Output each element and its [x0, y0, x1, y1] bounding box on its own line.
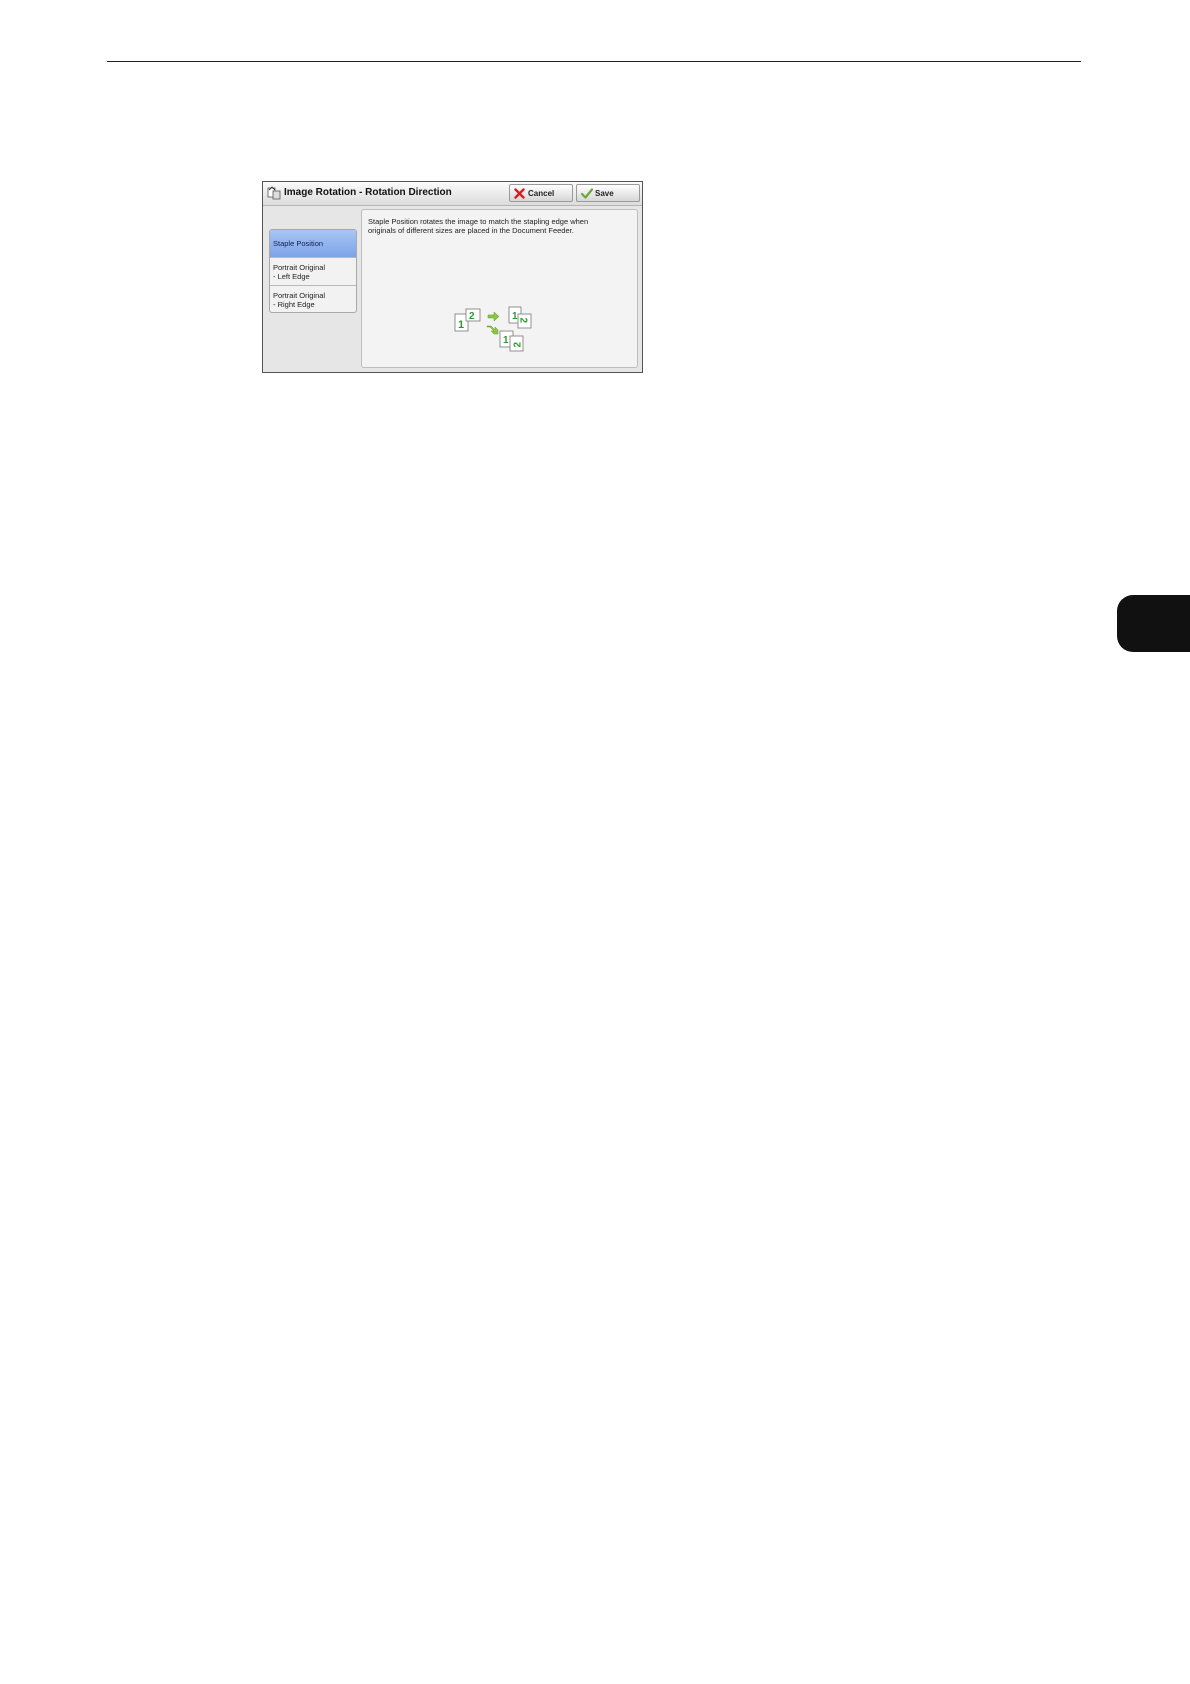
page-number: 1 [512, 311, 518, 322]
option-staple-position[interactable]: Staple Position [270, 230, 356, 257]
option-sublabel: - Left Edge [273, 272, 310, 281]
original-pages: 1 2 [454, 308, 481, 332]
arrow-down-right-icon [486, 325, 499, 335]
page-number: 2 [518, 318, 529, 324]
cancel-label: Cancel [528, 189, 555, 198]
dialog-titlebar: Image Rotation - Rotation Direction Canc… [263, 182, 642, 206]
option-sublabel: - Right Edge [273, 300, 315, 309]
description-panel: Staple Position rotates the image to mat… [361, 209, 638, 368]
feature-icon [267, 186, 281, 200]
rotation-direction-dialog: Image Rotation - Rotation Direction Canc… [262, 181, 643, 373]
save-button[interactable]: Save [576, 184, 640, 202]
description-line: Staple Position rotates the image to mat… [368, 217, 589, 226]
chapter-tab [1117, 595, 1190, 652]
option-portrait-left-edge[interactable]: Portrait Original - Left Edge [270, 257, 356, 285]
rotated-pages-top: 1 2 [508, 306, 532, 329]
page-number: 1 [503, 335, 509, 346]
rotation-options-list: Staple Position Portrait Original - Left… [269, 229, 357, 313]
option-label: Portrait Original [273, 291, 326, 300]
close-icon [514, 188, 525, 199]
header-rule [107, 61, 1081, 62]
page-number: 1 [458, 319, 464, 331]
option-label: Portrait Original [273, 263, 326, 272]
checkmark-icon [581, 188, 593, 199]
description-line: originals of different sizes are placed … [368, 226, 574, 235]
option-portrait-right-edge[interactable]: Portrait Original - Right Edge [270, 285, 356, 312]
dialog-title: Image Rotation - Rotation Direction [284, 187, 452, 198]
arrow-right-icon [487, 311, 500, 322]
save-label: Save [595, 189, 614, 198]
option-label: Staple Position [273, 239, 324, 248]
page-number: 2 [469, 311, 475, 322]
staple-rotation-illustration: 1 2 1 2 1 2 [454, 306, 532, 352]
option-description: Staple Position rotates the image to mat… [368, 217, 628, 235]
rotated-pages-bottom: 1 2 [499, 330, 524, 352]
cancel-button[interactable]: Cancel [509, 184, 573, 202]
page-number: 2 [513, 342, 524, 348]
